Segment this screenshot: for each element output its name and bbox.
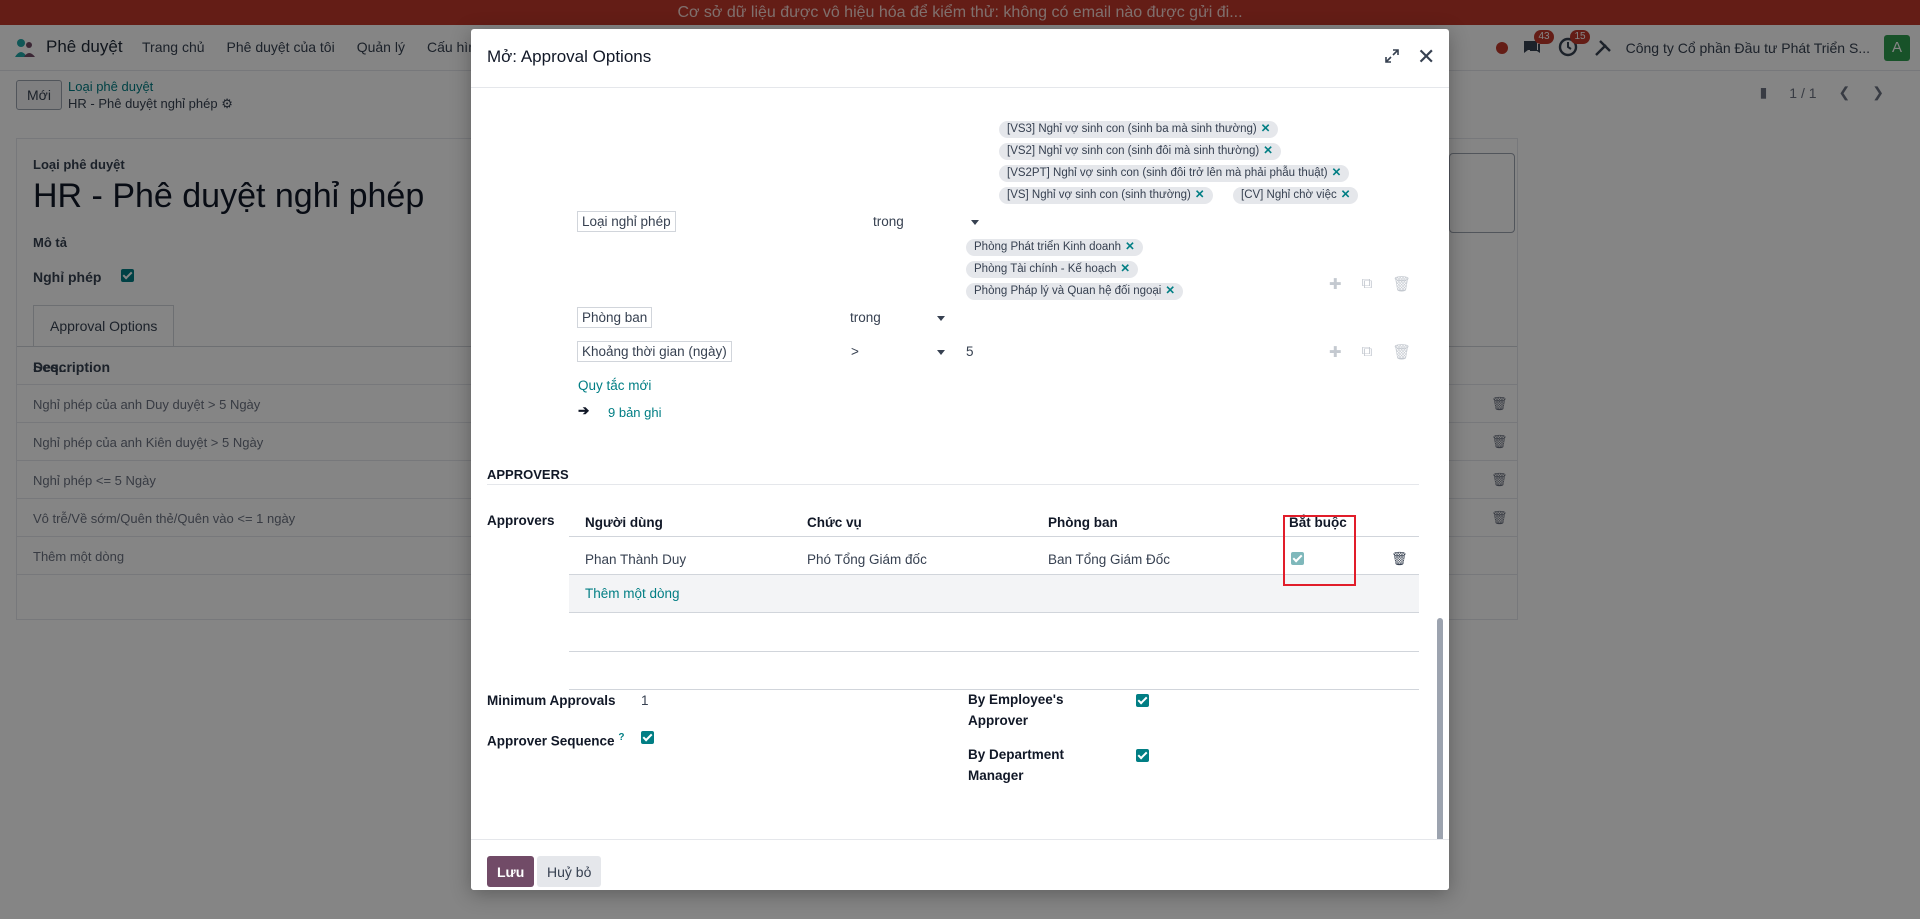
approvers-label: Approvers (487, 513, 555, 528)
expand-icon[interactable] (1385, 49, 1399, 63)
tag-leave-type: [VS2PT] Nghỉ vợ sinh con (sinh đôi trở l… (999, 165, 1350, 182)
remove-tag-icon[interactable]: ✕ (1261, 123, 1271, 135)
tag-leave-type: [CV] Nghỉ chờ việc ✕ (1233, 187, 1359, 204)
cancel-button[interactable]: Huỷ bỏ (537, 856, 602, 887)
remove-tag-icon[interactable]: ✕ (1165, 285, 1175, 297)
remove-tag-icon[interactable]: ✕ (1332, 167, 1342, 179)
remove-tag-icon[interactable]: ✕ (1263, 145, 1273, 157)
approver-user[interactable]: Phan Thành Duy (585, 552, 686, 567)
trash-icon[interactable]: 🗑 (1392, 343, 1411, 361)
vertical-scrollbar[interactable] (1436, 152, 1444, 854)
arrow-right-icon: ➔ (578, 403, 590, 418)
approvers-section-title: APPROVERS (487, 467, 569, 482)
tag-department: Phòng Tài chính - Kế hoạch ✕ (966, 261, 1138, 278)
remove-tag-icon[interactable]: ✕ (1341, 189, 1351, 201)
rule-field-duration[interactable]: Khoảng thời gian (ngày) (577, 341, 732, 362)
approver-sequence-label: Approver Sequence ? (487, 732, 625, 749)
branch-icon[interactable]: ⧉ (1362, 275, 1373, 293)
dialog-footer: Lưu Huỷ bỏ (471, 839, 1449, 890)
new-rule-link[interactable]: Quy tắc mới (578, 378, 651, 393)
dialog-title: Mở: Approval Options (487, 47, 652, 66)
column-department[interactable]: Phòng ban (1048, 515, 1118, 530)
tag-department: Phòng Pháp lý và Quan hệ đối ngoại ✕ (966, 283, 1183, 300)
records-link[interactable]: 9 bản ghi (608, 405, 662, 420)
tag-leave-type: [VS3] Nghỉ vợ sinh con (sinh ba mà sinh … (999, 121, 1279, 138)
by-employee-approver-checkbox[interactable] (1136, 694, 1149, 707)
minimum-approvals-input[interactable]: 1 (641, 693, 649, 708)
dialog-header: Mở: Approval Options ✕ (471, 29, 1449, 88)
rule-value-duration[interactable]: 5 (966, 344, 974, 359)
add-rule-icon[interactable]: ✚ (1329, 275, 1342, 293)
by-department-manager-checkbox[interactable] (1136, 749, 1149, 762)
by-department-manager-label: By Department Manager (968, 747, 1065, 783)
tag-leave-type: [VS] Nghỉ vợ sinh con (sinh thường) ✕ (999, 187, 1213, 204)
add-rule-icon[interactable]: ✚ (1329, 343, 1342, 361)
remove-tag-icon[interactable]: ✕ (1120, 263, 1130, 275)
rule-operator-department[interactable]: trong (850, 310, 881, 325)
by-employee-approver-label: By Employee's Approver (968, 692, 1064, 728)
rule-operator-duration[interactable]: > (851, 344, 859, 359)
trash-icon[interactable]: 🗑 (1391, 551, 1408, 567)
approver-sequence-checkbox[interactable] (641, 731, 654, 744)
save-button[interactable]: Lưu (487, 856, 535, 887)
chevron-down-icon[interactable] (971, 220, 979, 225)
column-position[interactable]: Chức vụ (807, 515, 862, 530)
chevron-down-icon[interactable] (937, 350, 945, 355)
rule-field-department[interactable]: Phòng ban (577, 307, 653, 328)
help-icon[interactable]: ? (618, 732, 624, 743)
approver-position[interactable]: Phó Tổng Giám đốc (807, 552, 927, 567)
dialog-body: [VS3] Nghỉ vợ sinh con (sinh ba mà sinh … (471, 89, 1449, 854)
approver-department[interactable]: Ban Tổng Giám Đốc (1048, 552, 1170, 567)
rule-field-leave-type[interactable]: Loại nghỉ phép (577, 211, 676, 232)
tag-leave-type: [VS2] Nghỉ vợ sinh con (sinh đôi mà sinh… (999, 143, 1281, 160)
rule-actions: ✚ ⧉ 🗑 (1329, 343, 1411, 361)
approval-options-dialog: Mở: Approval Options ✕ [VS3] Nghỉ vợ sin… (471, 29, 1449, 890)
add-line-link[interactable]: Thêm một dòng (585, 586, 680, 601)
remove-tag-icon[interactable]: ✕ (1195, 189, 1205, 201)
branch-icon[interactable]: ⧉ (1362, 343, 1373, 361)
rule-operator-leave-type[interactable]: trong (873, 214, 904, 229)
tag-department: Phòng Phát triển Kinh doanh ✕ (966, 239, 1143, 256)
chevron-down-icon[interactable] (937, 316, 945, 321)
close-icon[interactable]: ✕ (1417, 46, 1435, 68)
remove-tag-icon[interactable]: ✕ (1125, 241, 1135, 253)
column-user[interactable]: Người dùng (585, 515, 663, 530)
minimum-approvals-label: Minimum Approvals (487, 693, 616, 708)
trash-icon[interactable]: 🗑 (1392, 275, 1411, 293)
highlight-box (1283, 515, 1356, 586)
rule-actions: ✚ ⧉ 🗑 (1329, 275, 1411, 293)
